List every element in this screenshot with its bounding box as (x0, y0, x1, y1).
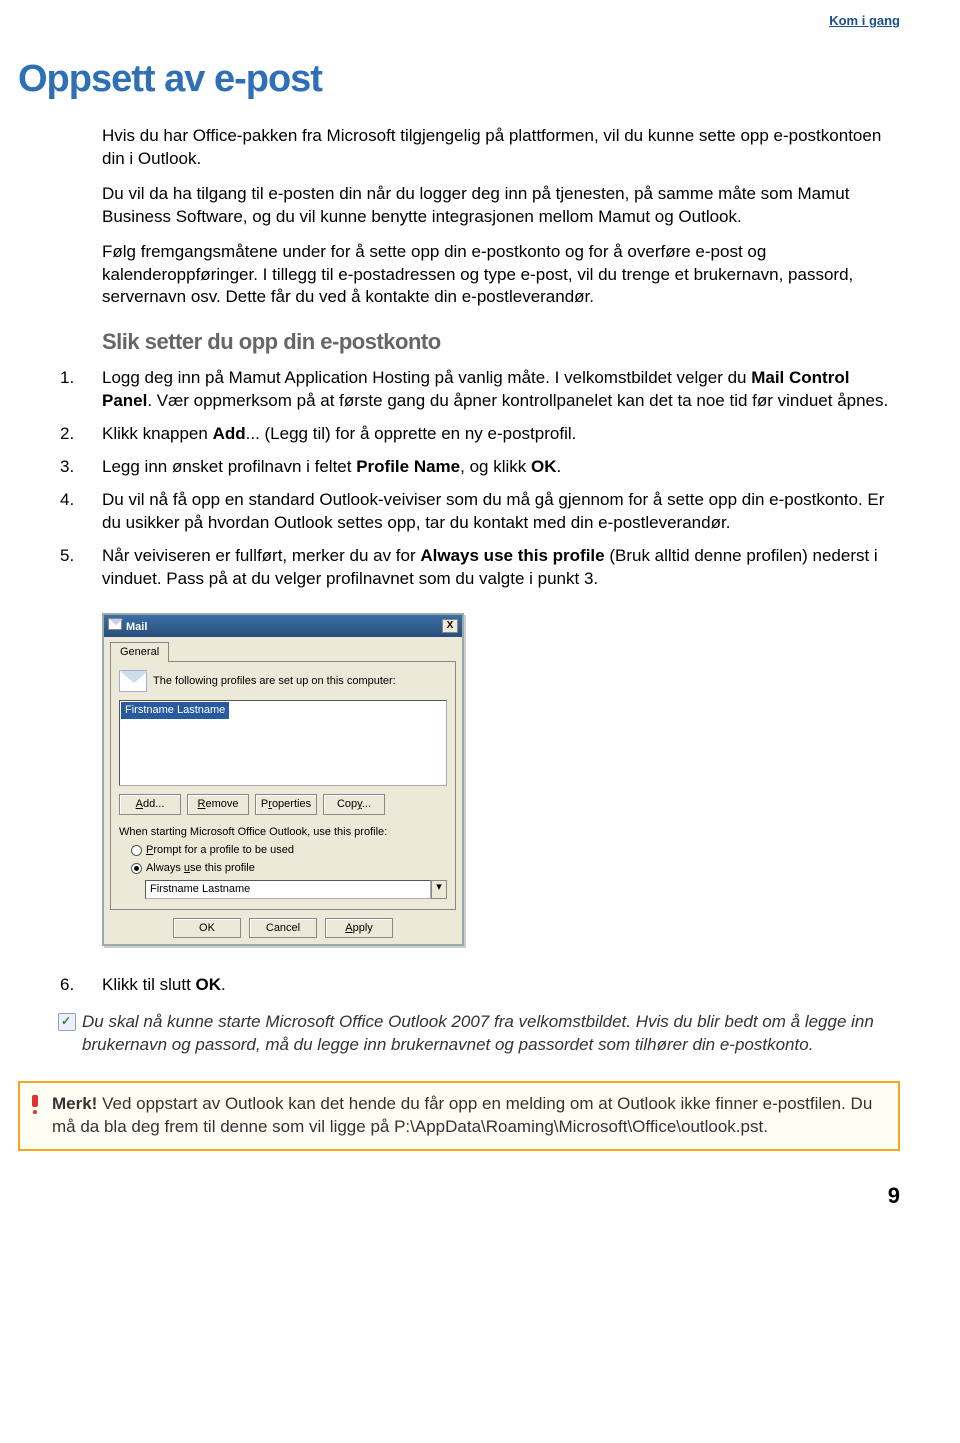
tip-box: Du skal nå kunne starte Microsoft Office… (18, 1011, 900, 1057)
profile-select[interactable]: Firstname Lastname ▾ (145, 880, 447, 899)
close-button[interactable]: X (442, 619, 458, 633)
dialog-titlebar: Mail X (104, 615, 462, 638)
warning-box: Merk! Ved oppstart av Outlook kan det he… (18, 1081, 900, 1151)
copy-button[interactable]: Copy... (323, 794, 385, 815)
ok-button[interactable]: OK (173, 918, 241, 939)
radio-prompt[interactable]: Prompt for a profile to be used (131, 843, 447, 858)
profile-select-value: Firstname Lastname (145, 880, 431, 899)
starting-label: When starting Microsoft Office Outlook, … (119, 825, 447, 840)
step-text: Legg inn ønsket profilnavn i feltet Prof… (102, 456, 900, 479)
step-text: Logg deg inn på Mamut Application Hostin… (102, 367, 900, 413)
step-text: Du vil nå få opp en standard Outlook-vei… (102, 489, 900, 535)
add-button[interactable]: Add... (119, 794, 181, 815)
tab-general[interactable]: General (110, 642, 169, 662)
step-item: 2. Klikk knappen Add... (Legg til) for å… (60, 423, 900, 446)
step-item: 5. Når veiviseren er fullført, merker du… (60, 545, 900, 591)
step-item: 4. Du vil nå få opp en standard Outlook-… (60, 489, 900, 535)
step-number: 4. (60, 489, 102, 535)
breadcrumb-link[interactable]: Kom i gang (20, 12, 900, 30)
page-number: 9 (20, 1181, 900, 1211)
step-text: Når veiviseren er fullført, merker du av… (102, 545, 900, 591)
radio-always[interactable]: Always use this profile (131, 861, 447, 876)
paragraph: Hvis du har Office-pakken fra Microsoft … (102, 125, 900, 171)
step-number: 5. (60, 545, 102, 591)
tip-text: Du skal nå kunne starte Microsoft Office… (82, 1011, 900, 1057)
dialog-title-text: Mail (126, 621, 147, 633)
step-number: 3. (60, 456, 102, 479)
dialog-panel: The following profiles are set up on thi… (110, 661, 456, 909)
profiles-listbox[interactable]: Firstname Lastname (119, 700, 447, 786)
cancel-button[interactable]: Cancel (249, 918, 317, 939)
remove-button[interactable]: Remove (187, 794, 249, 815)
warning-icon (28, 1095, 46, 1115)
steps-list: 1. Logg deg inn på Mamut Application Hos… (60, 367, 900, 1151)
step-text: Klikk til slutt OK. (102, 974, 900, 997)
dialog-heading: The following profiles are set up on thi… (153, 674, 396, 689)
radio-icon (131, 863, 142, 874)
mail-dialog: Mail X General The following profiles ar… (102, 613, 900, 947)
check-icon (58, 1013, 76, 1031)
paragraph: Følg fremgangsmåtene under for å sette o… (102, 241, 900, 310)
properties-button[interactable]: Properties (255, 794, 317, 815)
apply-button[interactable]: Apply (325, 918, 393, 939)
step-item: 3. Legg inn ønsket profilnavn i feltet P… (60, 456, 900, 479)
step-item: 6. Klikk til slutt OK. (60, 974, 900, 997)
step-number: 2. (60, 423, 102, 446)
page: Kom i gang Oppsett av e-post Hvis du har… (0, 0, 960, 1241)
mail-icon (108, 618, 122, 630)
page-title: Oppsett av e-post (18, 54, 900, 105)
step-number: 6. (60, 974, 102, 997)
step-text: Klikk knappen Add... (Legg til) for å op… (102, 423, 900, 446)
profile-item[interactable]: Firstname Lastname (121, 702, 229, 719)
step-number: 1. (60, 367, 102, 413)
body: Hvis du har Office-pakken fra Microsoft … (102, 125, 900, 1151)
mail-icon (119, 670, 147, 692)
step-item: 1. Logg deg inn på Mamut Application Hos… (60, 367, 900, 413)
step-image-row: Mail X General The following profiles ar… (60, 601, 900, 965)
section-heading: Slik setter du opp din e-postkonto (102, 327, 900, 357)
radio-icon (131, 845, 142, 856)
dialog-window: Mail X General The following profiles ar… (102, 613, 464, 947)
chevron-down-icon[interactable]: ▾ (431, 880, 447, 899)
warning-text: Merk! Ved oppstart av Outlook kan det he… (52, 1093, 886, 1139)
paragraph: Du vil da ha tilgang til e-posten din nå… (102, 183, 900, 229)
